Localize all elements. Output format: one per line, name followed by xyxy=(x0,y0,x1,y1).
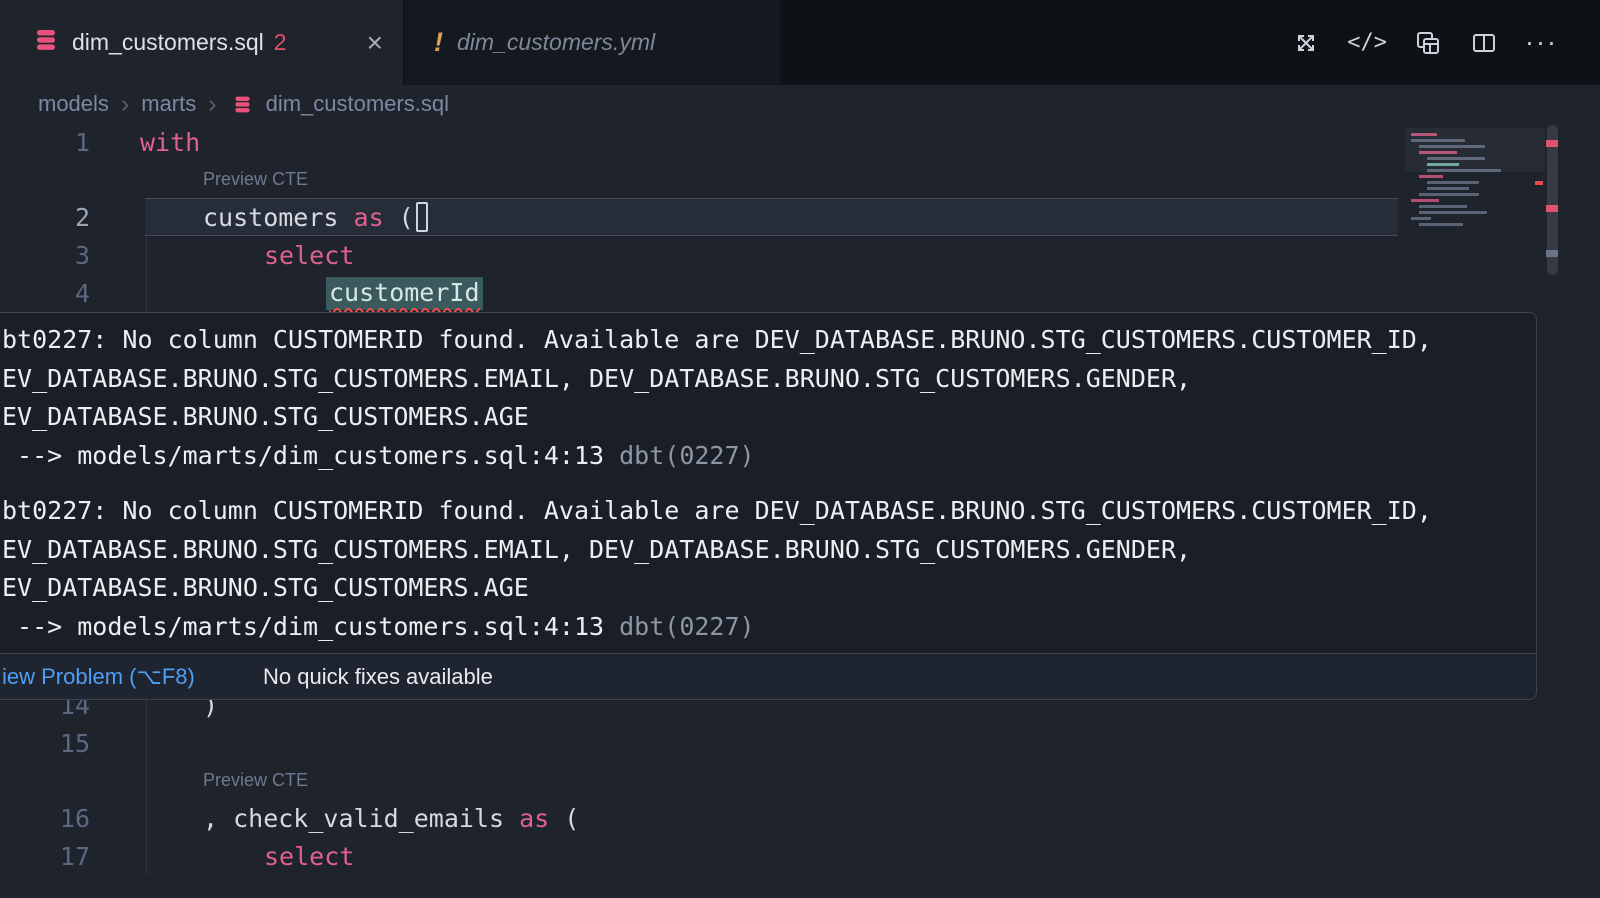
token-keyword: select xyxy=(264,241,354,270)
breadcrumb-item-file[interactable]: dim_customers.sql xyxy=(266,91,449,117)
line-number: 3 xyxy=(0,241,90,270)
database-icon xyxy=(34,27,58,58)
split-editor-icon[interactable] xyxy=(1469,29,1499,57)
minimap[interactable] xyxy=(1405,128,1545,233)
warning-icon: ! xyxy=(434,27,443,58)
code-text: with xyxy=(140,128,200,157)
code-preview-icon[interactable]: </> xyxy=(1347,30,1387,55)
line-number: 15 xyxy=(0,729,90,758)
view-problem-link[interactable]: iew Problem (⌥F8) xyxy=(2,664,195,690)
code-text: customers as ( xyxy=(140,202,428,232)
code-editor[interactable]: 1withPreview CTE2customers as (3select4c… xyxy=(0,123,1600,898)
code-line-17[interactable]: 17 select xyxy=(0,837,1600,875)
error-text-line: EV_DATABASE.BRUNO.STG_CUSTOMERS.AGE xyxy=(2,398,1526,437)
tab-bar: dim_customers.sql 2 × ! dim_customers.ym… xyxy=(0,0,1600,85)
code-line-4[interactable]: 4 customerId xyxy=(0,274,1600,312)
error-text-line: EV_DATABASE.BRUNO.STG_CUSTOMERS.EMAIL, D… xyxy=(2,360,1526,399)
line-number: 2 xyxy=(0,203,90,232)
error-location: --> models/marts/dim_customers.sql:4:13 xyxy=(2,441,604,470)
editor-actions: </> ··· xyxy=(1291,0,1600,85)
error-text-line: EV_DATABASE.BRUNO.STG_CUSTOMERS.EMAIL, D… xyxy=(2,531,1526,570)
error-location: --> models/marts/dim_customers.sql:4:13 xyxy=(2,612,604,641)
tab-dim-customers-sql[interactable]: dim_customers.sql 2 × xyxy=(0,0,403,85)
error-message-2: bt0227: No column CUSTOMERID found. Avai… xyxy=(2,492,1526,646)
token-plain: customers xyxy=(203,203,354,232)
modified-count-badge: 2 xyxy=(274,29,287,56)
error-code: dbt(0227) xyxy=(604,441,755,470)
hover-footer: iew Problem (⌥F8) No quick fixes availab… xyxy=(0,653,1536,699)
error-hover-tooltip: bt0227: No column CUSTOMERID found. Avai… xyxy=(0,312,1537,700)
error-marker xyxy=(1546,205,1558,212)
code-text: select xyxy=(140,842,354,871)
token-keyword: select xyxy=(264,842,354,871)
line-number: 17 xyxy=(0,842,90,871)
error-messages: bt0227: No column CUSTOMERID found. Avai… xyxy=(0,313,1536,653)
token-keyword: with xyxy=(140,128,200,157)
token-plain: ( xyxy=(549,804,579,833)
error-location-line: --> models/marts/dim_customers.sql:4:13 … xyxy=(2,437,1526,476)
error-text-line: bt0227: No column CUSTOMERID found. Avai… xyxy=(2,492,1526,531)
codelens-preview-cte-link[interactable]: Preview CTE xyxy=(203,169,308,190)
error-message-1: bt0227: No column CUSTOMERID found. Avai… xyxy=(2,321,1526,475)
token-keyword: as xyxy=(354,203,384,232)
no-quick-fixes-text: No quick fixes available xyxy=(263,664,493,690)
token-plain: ( xyxy=(384,203,414,232)
copy-results-icon[interactable] xyxy=(1413,29,1443,57)
token-plain: , check_valid_emails xyxy=(203,804,519,833)
code-lines-top: 1withPreview CTE2customers as (3select4c… xyxy=(0,123,1600,312)
codelens: Preview CTE xyxy=(0,762,1600,799)
error-text-line: EV_DATABASE.BRUNO.STG_CUSTOMERS.AGE xyxy=(2,569,1526,608)
code-line-1[interactable]: 1 with xyxy=(0,123,1600,161)
line-number: 16 xyxy=(0,804,90,833)
breadcrumb: models › marts › dim_customers.sql xyxy=(0,85,1600,123)
error-marker xyxy=(1546,140,1558,147)
chevron-right-icon: › xyxy=(208,92,216,117)
code-line-15[interactable]: 15 xyxy=(0,724,1600,762)
error-token: customerId xyxy=(326,277,483,310)
line-number: 4 xyxy=(0,279,90,308)
tab-label: dim_customers.yml xyxy=(457,29,655,56)
text-cursor xyxy=(416,202,428,232)
codelens-preview-cte-link[interactable]: Preview CTE xyxy=(203,770,308,791)
crossed-arrows-icon[interactable] xyxy=(1291,29,1321,57)
code-lines-bottom: 14)15Preview CTE16, check_valid_emails a… xyxy=(0,686,1600,875)
cursor-marker xyxy=(1546,250,1558,257)
code-text: select xyxy=(140,241,354,270)
breadcrumb-item-marts[interactable]: marts xyxy=(141,91,196,117)
code-text: customerId xyxy=(140,277,483,310)
code-line-2[interactable]: 2 customers as ( xyxy=(0,198,1600,236)
error-code: dbt(0227) xyxy=(604,612,755,641)
chevron-right-icon: › xyxy=(121,92,129,117)
code-line-3[interactable]: 3 select xyxy=(0,236,1600,274)
error-text-line: bt0227: No column CUSTOMERID found. Avai… xyxy=(2,321,1526,360)
database-icon xyxy=(233,94,252,115)
close-icon[interactable]: × xyxy=(367,29,383,57)
line-number: 1 xyxy=(0,128,90,157)
code-text: , check_valid_emails as ( xyxy=(140,804,579,833)
error-location-line: --> models/marts/dim_customers.sql:4:13 … xyxy=(2,608,1526,647)
breadcrumb-item-models[interactable]: models xyxy=(38,91,109,117)
tab-label: dim_customers.sql xyxy=(72,29,264,56)
tab-dim-customers-yml[interactable]: ! dim_customers.yml xyxy=(403,0,780,85)
token-keyword: as xyxy=(519,804,549,833)
code-line-16[interactable]: 16 , check_valid_emails as ( xyxy=(0,799,1600,837)
codelens: Preview CTE xyxy=(0,161,1600,198)
overview-ruler-scrollbar[interactable] xyxy=(1545,123,1560,898)
more-actions-icon[interactable]: ··· xyxy=(1525,29,1558,56)
